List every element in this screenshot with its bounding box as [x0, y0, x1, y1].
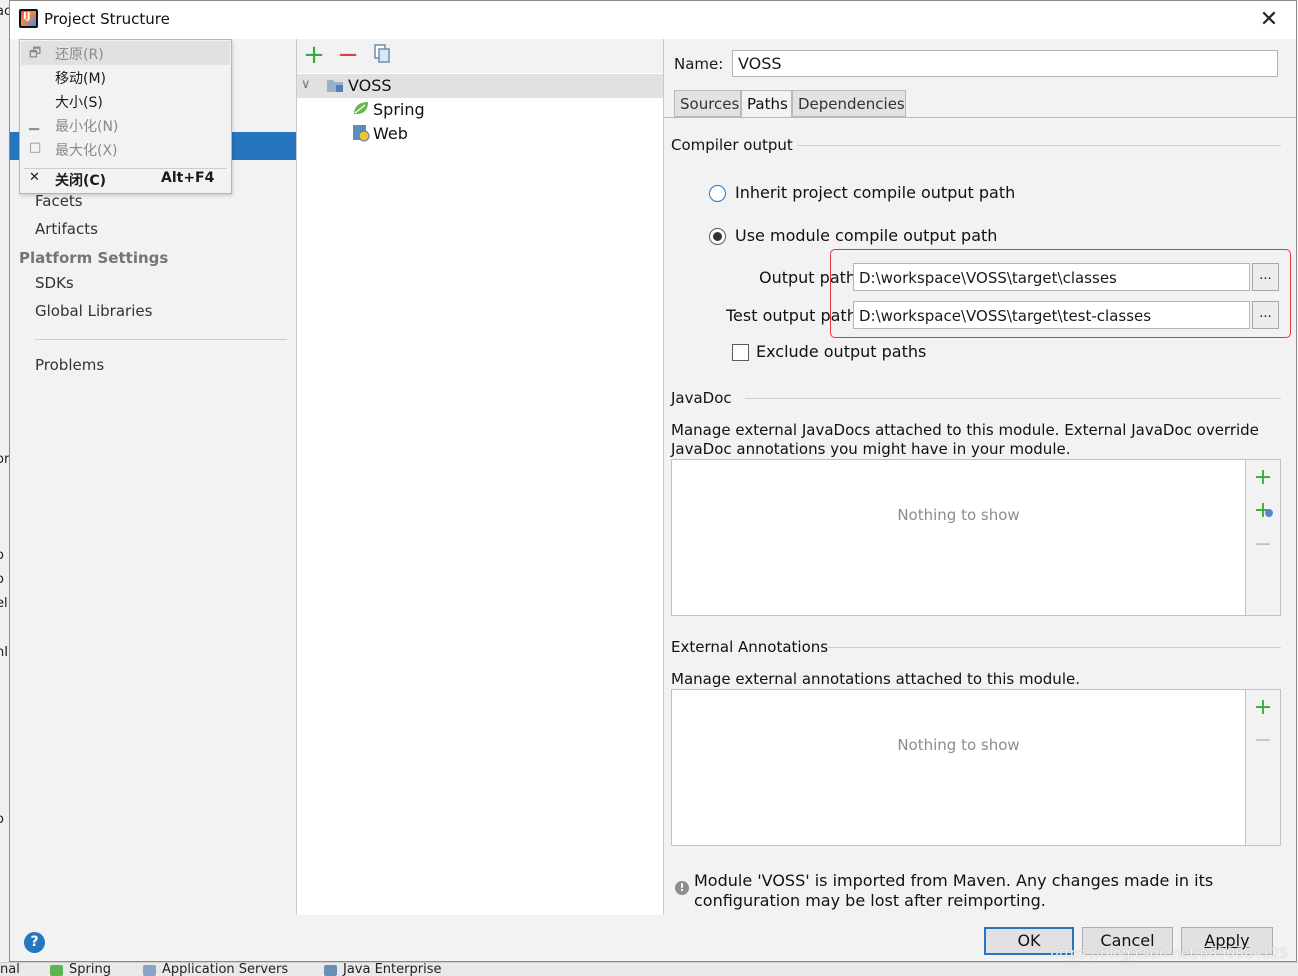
menu-item-size[interactable]: 大小(S) — [20, 89, 231, 113]
module-name-input[interactable]: VOSS — [732, 50, 1278, 77]
section-divider — [797, 145, 1281, 146]
menu-item-label: 最小化(N) — [55, 119, 119, 135]
javadoc-description: Manage external JavaDocs attached to thi… — [671, 421, 1259, 458]
external-annotations-list[interactable]: Nothing to show — [671, 689, 1246, 846]
tab-sources[interactable]: Sources — [674, 90, 741, 117]
nav-item-facets[interactable]: Facets — [35, 192, 83, 210]
nav-item-artifacts[interactable]: Artifacts — [35, 220, 98, 238]
nav-header-platform-settings: Platform Settings — [19, 249, 169, 267]
menu-item-restore[interactable]: 🗗 还原(R) — [20, 41, 231, 65]
module-folder-icon — [326, 77, 344, 93]
web-facet-icon — [352, 124, 370, 142]
add-icon[interactable]: + — [1253, 697, 1273, 719]
compiler-output-title: Compiler output — [671, 136, 793, 154]
nav-divider — [35, 339, 287, 340]
menu-item-close[interactable]: ✕ 关闭(C) Alt+F4 — [20, 167, 231, 191]
window-system-menu: 🗗 还原(R) 移动(M) 大小(S) ▁ 最小化(N) □ 最大化(X) ✕ … — [19, 39, 232, 194]
chevron-down-icon[interactable]: ∨ — [301, 77, 311, 92]
menu-item-label: 移动(M) — [55, 71, 107, 87]
tree-item-voss[interactable]: VOSS — [348, 76, 392, 95]
inherit-output-radio[interactable] — [709, 185, 726, 202]
module-settings-pane: Name: VOSS Sources Paths Dependencies Co… — [664, 39, 1296, 915]
tree-item-web[interactable]: Web — [373, 124, 408, 143]
menu-item-label: 大小(S) — [55, 95, 103, 111]
external-annotations-list-toolbar: + − — [1246, 689, 1281, 846]
tab-underline — [664, 117, 1296, 118]
watermark: https://blog.csdn.net/a890884125 — [1050, 946, 1289, 962]
javadoc-title: JavaDoc — [671, 389, 732, 407]
close-icon: ✕ — [29, 170, 40, 185]
add-icon[interactable]: + — [1253, 467, 1273, 489]
nav-item-global-libraries[interactable]: Global Libraries — [35, 302, 152, 320]
menu-item-label: 最大化(X) — [55, 143, 118, 159]
spring-icon — [50, 965, 63, 976]
menu-item-label: 还原(R) — [55, 47, 104, 63]
background-app-tool-tabs: nal Spring Application Servers Java Ente… — [0, 962, 1298, 976]
bg-tab: Application Servers — [162, 962, 289, 976]
module-tree-pane: + − ∨ VOSS Spring Web — [297, 39, 664, 915]
maven-import-notice: Module 'VOSS' is imported from Maven. An… — [694, 871, 1214, 910]
minimize-icon: ▁ — [29, 116, 39, 131]
inherit-output-label[interactable]: Inherit project compile output path — [735, 183, 1015, 202]
add-url-icon[interactable]: + — [1253, 500, 1273, 522]
bg-text: o — [0, 812, 4, 827]
intellij-app-icon[interactable]: IJ — [19, 9, 38, 28]
bg-tab: nal — [0, 962, 20, 976]
info-icon: ! — [675, 881, 689, 895]
nav-item-sdks[interactable]: SDKs — [35, 274, 74, 292]
tab-paths[interactable]: Paths — [741, 90, 792, 118]
nav-item-problems[interactable]: Problems — [35, 356, 104, 374]
use-module-output-radio[interactable] — [709, 228, 726, 245]
add-icon[interactable]: + — [301, 42, 327, 68]
javadoc-list[interactable]: Nothing to show — [671, 459, 1246, 616]
section-divider — [745, 398, 1281, 399]
external-annotations-empty-text: Nothing to show — [897, 736, 1020, 754]
remove-icon[interactable]: − — [335, 42, 361, 68]
bg-tab: Java Enterprise — [343, 962, 442, 976]
menu-item-label: 关闭(C) — [55, 173, 107, 189]
tree-item-spring[interactable]: Spring — [373, 100, 425, 119]
remove-icon[interactable]: − — [1253, 730, 1273, 752]
external-annotations-title: External Annotations — [671, 638, 829, 656]
copy-icon[interactable] — [369, 42, 395, 68]
javadoc-list-toolbar: + + − — [1246, 459, 1281, 616]
maximize-icon: □ — [29, 140, 42, 155]
section-divider — [828, 647, 1281, 648]
title-bar[interactable]: IJ Project Structure ✕ — [10, 1, 1296, 39]
menu-item-maximize[interactable]: □ 最大化(X) — [20, 137, 231, 161]
menu-item-shortcut: Alt+F4 — [161, 170, 215, 186]
bg-text: o — [0, 548, 4, 563]
background-app-strip: ac or o o el nI o — [0, 0, 9, 975]
menu-item-move[interactable]: 移动(M) — [20, 65, 231, 89]
spring-leaf-icon — [352, 100, 370, 116]
remove-icon[interactable]: − — [1253, 534, 1273, 556]
exclude-output-checkbox[interactable] — [732, 344, 749, 361]
bg-tab: Spring — [69, 962, 111, 976]
java-enterprise-icon — [324, 965, 337, 976]
menu-item-minimize[interactable]: ▁ 最小化(N) — [20, 113, 231, 137]
bg-text: nI — [0, 645, 9, 660]
module-name-label: Name: — [674, 55, 724, 73]
javadoc-empty-text: Nothing to show — [897, 506, 1020, 524]
close-icon[interactable]: ✕ — [1256, 7, 1282, 33]
help-icon[interactable]: ? — [24, 932, 45, 953]
server-icon — [143, 965, 156, 976]
external-annotations-description: Manage external annotations attached to … — [671, 670, 1080, 688]
restore-icon: 🗗 — [29, 46, 42, 61]
use-module-output-label[interactable]: Use module compile output path — [735, 226, 997, 245]
exclude-output-label[interactable]: Exclude output paths — [756, 342, 926, 361]
bg-text: el — [0, 596, 8, 611]
highlight-annotation-box — [830, 249, 1291, 338]
tab-dependencies[interactable]: Dependencies — [792, 90, 906, 117]
module-toolbar: + − — [297, 39, 663, 73]
bg-text: or — [0, 452, 9, 467]
project-structure-dialog: IJ Project Structure ✕ Facets Artifacts … — [9, 0, 1297, 962]
bg-text: o — [0, 572, 4, 587]
bg-text: ac — [0, 4, 9, 19]
window-title: Project Structure — [44, 10, 170, 28]
